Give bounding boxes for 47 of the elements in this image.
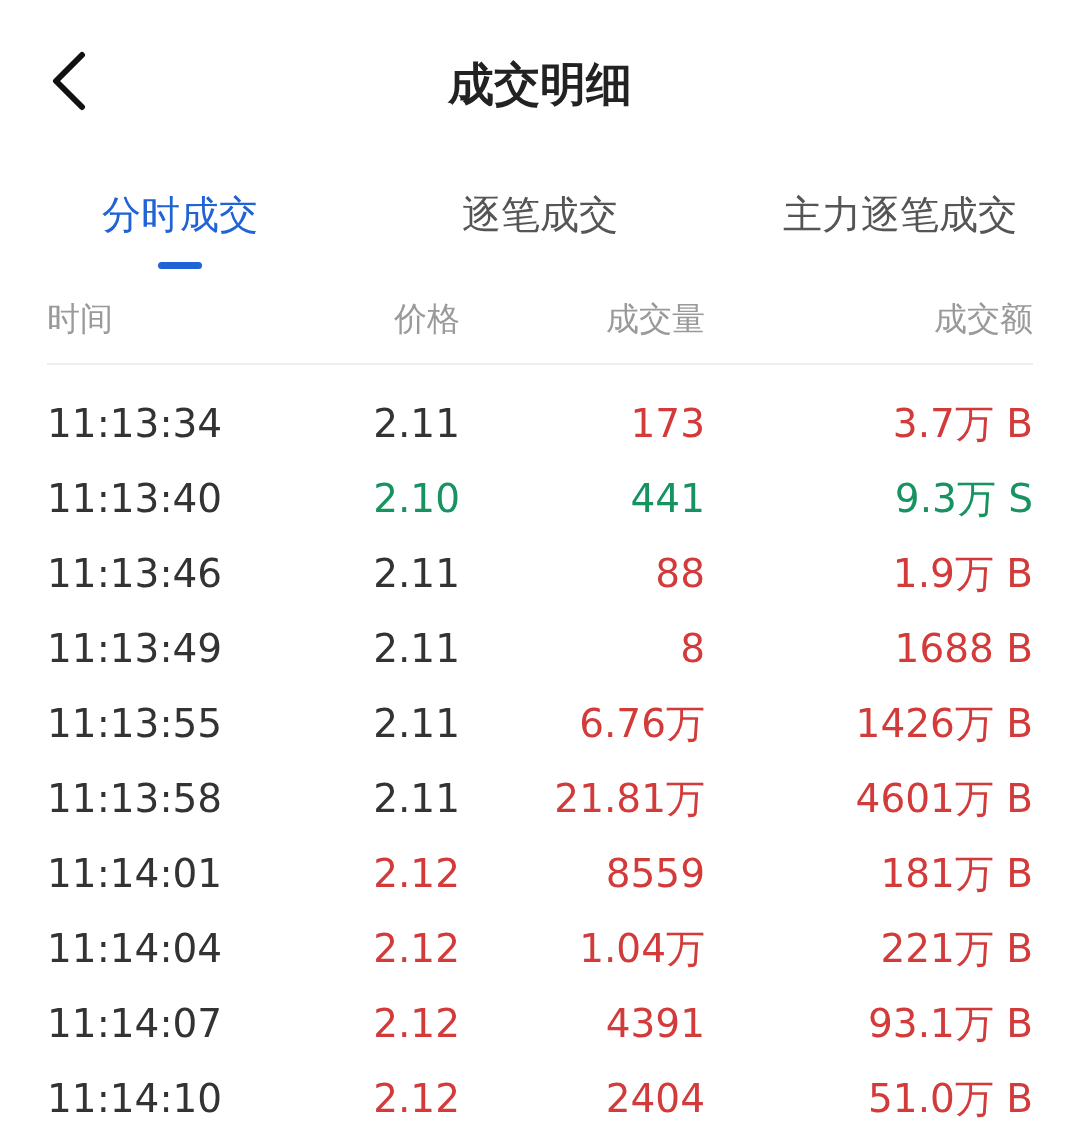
time-cell-text: 11:14:07 bbox=[47, 1000, 223, 1049]
amount-cell-text: 9.3万 S bbox=[894, 475, 1033, 524]
time-cell-text: 11:14:10 bbox=[47, 1075, 223, 1124]
column-header: 时间 bbox=[47, 298, 113, 341]
amount-cell-text: 93.1万 B bbox=[868, 1000, 1033, 1049]
amount-cell-text: 1.9万 B bbox=[892, 550, 1033, 599]
price-cell-text: 2.11 bbox=[373, 550, 460, 599]
time-cell-text: 11:13:34 bbox=[47, 400, 223, 449]
volume-cell-text: 441 bbox=[630, 475, 705, 524]
volume-cell-text: 8559 bbox=[605, 850, 705, 899]
volume-cell-text: 6.76万 bbox=[579, 700, 705, 749]
price-cell-text: 2.11 bbox=[373, 700, 460, 749]
time-cell-text: 11:13:40 bbox=[47, 475, 223, 524]
column-header: 成交量 bbox=[606, 298, 705, 341]
amount-cell-text: 1688 B bbox=[894, 625, 1033, 674]
volume-cell-text: 173 bbox=[630, 400, 705, 449]
volume-cell-text: 1.04万 bbox=[579, 925, 705, 974]
time-cell-text: 11:14:01 bbox=[47, 850, 223, 899]
amount-cell-text: 3.7万 B bbox=[892, 400, 1033, 449]
page-title: 成交明细 bbox=[448, 56, 632, 113]
price-cell-text: 2.12 bbox=[373, 925, 460, 974]
column-header: 成交额 bbox=[934, 298, 1033, 341]
time-cell-text: 11:13:49 bbox=[47, 625, 223, 674]
volume-cell-text: 21.81万 bbox=[554, 775, 705, 824]
time-cell-text: 11:13:58 bbox=[47, 775, 223, 824]
amount-cell-text: 181万 B bbox=[880, 850, 1033, 899]
time-cell-text: 11:14:04 bbox=[47, 925, 223, 974]
amount-cell-text: 1426万 B bbox=[855, 700, 1033, 749]
price-cell-text: 2.12 bbox=[373, 850, 460, 899]
amount-cell-text: 4601万 B bbox=[855, 775, 1033, 824]
amount-cell-text: 51.0万 B bbox=[868, 1075, 1033, 1124]
amount-cell-text: 221万 B bbox=[880, 925, 1033, 974]
time-cell-text: 11:13:46 bbox=[47, 550, 223, 599]
volume-cell-text: 88 bbox=[655, 550, 705, 599]
volume-cell-text: 4391 bbox=[605, 1000, 705, 1049]
price-cell-text: 2.10 bbox=[373, 475, 460, 524]
price-cell-text: 2.11 bbox=[373, 775, 460, 824]
volume-cell-text: 2404 bbox=[605, 1075, 705, 1124]
tab[interactable]: 逐笔成交 bbox=[360, 165, 720, 265]
price-cell-text: 2.11 bbox=[373, 625, 460, 674]
price-cell-text: 2.12 bbox=[373, 1000, 460, 1049]
tab[interactable]: 主力逐笔成交 bbox=[720, 165, 1080, 265]
price-cell-text: 2.11 bbox=[373, 400, 460, 449]
column-header: 价格 bbox=[394, 298, 460, 341]
price-cell-text: 2.12 bbox=[373, 1075, 460, 1124]
time-cell-text: 11:13:55 bbox=[47, 700, 223, 749]
volume-cell-text: 8 bbox=[680, 625, 705, 674]
